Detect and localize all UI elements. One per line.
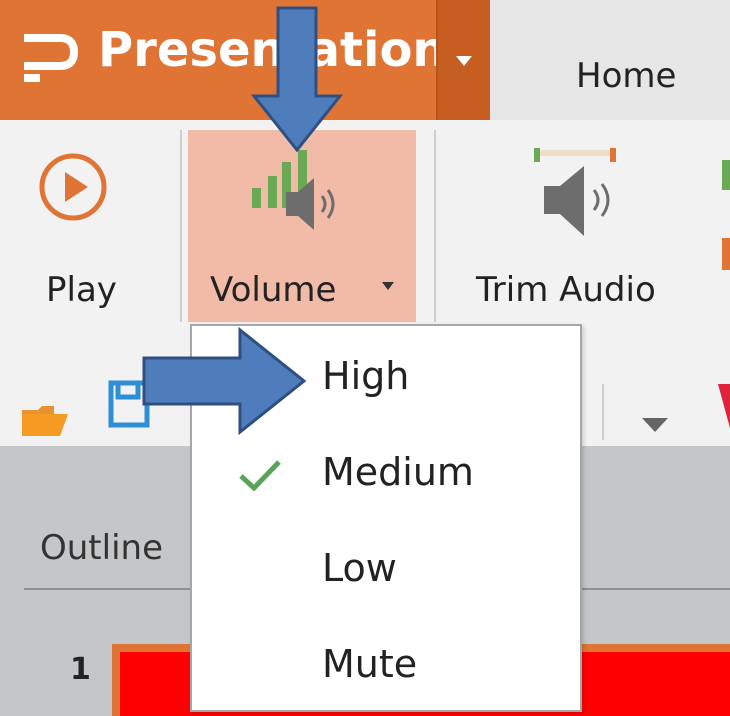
menu-item-medium[interactable]: Medium [192, 428, 580, 520]
ribbon-divider [602, 384, 604, 440]
ribbon-divider [434, 130, 436, 322]
slide-number: 1 [70, 652, 91, 687]
trim-audio-label: Trim Audio [476, 270, 656, 310]
open-folder-icon[interactable] [20, 404, 70, 438]
volume-icon [252, 150, 335, 230]
volume-button[interactable]: Volume [188, 130, 416, 322]
check-icon [239, 460, 281, 492]
caret-down-icon [382, 282, 394, 290]
volume-label: Volume [210, 270, 337, 310]
play-label: Play [46, 270, 117, 310]
trim-audio-button[interactable]: Trim Audio [452, 130, 702, 320]
menu-item-mute[interactable]: Mute [192, 620, 580, 712]
app-menu-button[interactable] [436, 0, 490, 120]
annotation-arrow-right-icon [142, 326, 307, 436]
trim-audio-icon [534, 148, 616, 236]
menu-item-label: Medium [322, 450, 474, 494]
caret-down-icon [456, 56, 472, 66]
quick-access-dropdown-icon[interactable] [642, 418, 668, 432]
play-button[interactable]: Play [20, 130, 170, 320]
quick-access-red-icon[interactable] [718, 384, 730, 428]
app-tab[interactable]: Presentation [0, 0, 447, 120]
menu-item-low[interactable]: Low [192, 524, 580, 616]
play-icon [39, 153, 107, 221]
title-bar: Presentation Home [0, 0, 730, 120]
ribbon-icon-partial [722, 160, 730, 270]
annotation-arrow-down-icon [250, 6, 344, 153]
ribbon-divider [180, 130, 182, 322]
tab-home[interactable]: Home [576, 56, 676, 96]
menu-item-label: Low [322, 546, 397, 590]
app-logo-icon [24, 34, 78, 82]
menu-item-label: Mute [322, 642, 418, 686]
tab-outline[interactable]: Outline [40, 528, 163, 568]
menu-item-label: High [322, 354, 410, 398]
